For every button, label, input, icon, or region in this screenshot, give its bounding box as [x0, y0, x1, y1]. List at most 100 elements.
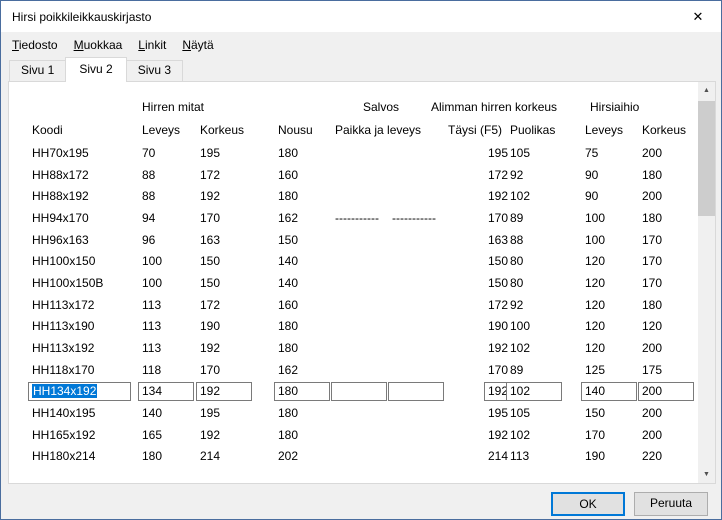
- tab-sivu-2[interactable]: Sivu 2: [65, 57, 126, 82]
- table-header-row: Koodi Leveys Korkeus Nousu Paikka ja lev…: [32, 118, 698, 142]
- cell-aihio-leveys: 190: [585, 449, 642, 463]
- cell-nousu: 140: [278, 276, 335, 290]
- cell-code: HH140x195: [32, 406, 142, 420]
- cell-aihio-leveys: 120: [585, 276, 642, 290]
- cell-code: HH165x192: [32, 428, 142, 442]
- cell-aihio-korkeus: 200: [642, 341, 694, 355]
- cell-aihio-korkeus: 180: [642, 298, 694, 312]
- close-icon: ✕: [693, 9, 704, 25]
- cell-leveys: 94: [142, 211, 200, 225]
- koodi-input[interactable]: HH134x192: [28, 382, 131, 401]
- cell-korkeus: 214: [200, 449, 278, 463]
- close-button[interactable]: ✕: [675, 1, 721, 32]
- cell-taysi: 150: [448, 254, 510, 268]
- cell-leveys: 100: [142, 254, 200, 268]
- cell-korkeus: 150: [200, 254, 278, 268]
- table-row[interactable]: HH140x195 140 195 180 195 105 150 200: [32, 402, 698, 424]
- table-row[interactable]: HH165x192 165 192 180 192 102 170 200: [32, 424, 698, 446]
- cell-puolikas: 89: [510, 211, 585, 225]
- aihio-korkeus-input[interactable]: [638, 382, 694, 401]
- table-row[interactable]: HH113x192 113 192 180 192 102 120 200: [32, 337, 698, 359]
- scroll-up-button[interactable]: ▲: [698, 82, 715, 99]
- table-row[interactable]: HH180x214 180 214 202 214 113 190 220: [32, 446, 698, 468]
- menu-label: inkit: [145, 38, 166, 52]
- leveys-input[interactable]: [138, 382, 194, 401]
- table-row[interactable]: HH113x172 113 172 160 172 92 120 180: [32, 294, 698, 316]
- table-row[interactable]: HH94x170 94 170 162 ----------- --------…: [32, 207, 698, 229]
- menu-item-tiedosto[interactable]: Tiedosto: [4, 35, 66, 55]
- cell-leveys: 113: [142, 319, 200, 333]
- cell-code: HH113x190: [32, 319, 142, 333]
- cell-taysi: 195: [448, 406, 510, 420]
- cell-code: HH100x150B: [32, 276, 142, 290]
- column-header-leveys: Leveys: [142, 123, 200, 137]
- cell-korkeus: 192: [200, 189, 278, 203]
- cell-code: HH96x163: [32, 233, 142, 247]
- paikka-input-1[interactable]: [331, 382, 387, 401]
- column-header-korkeus: Korkeus: [200, 123, 278, 137]
- cell-nousu: 180: [278, 406, 335, 420]
- cell-nousu: 202: [278, 449, 335, 463]
- korkeus-input[interactable]: [196, 382, 252, 401]
- cell-taysi: 192: [448, 341, 510, 355]
- table-row[interactable]: HH100x150B 100 150 140 150 80 120 170: [32, 272, 698, 294]
- scroll-down-button[interactable]: ▼: [698, 466, 715, 483]
- cell-puolikas: 102: [510, 428, 585, 442]
- menu-item-nayta[interactable]: Näytä: [174, 35, 221, 55]
- tab-sivu-1[interactable]: Sivu 1: [9, 60, 66, 81]
- cell-code: HH94x170: [32, 211, 142, 225]
- cell-korkeus: 170: [200, 211, 278, 225]
- table-edit-row: HH134x192: [32, 381, 698, 403]
- table-row[interactable]: HH100x150 100 150 140 150 80 120 170: [32, 250, 698, 272]
- cell-nousu: 150: [278, 233, 335, 247]
- cell-taysi: 192: [448, 428, 510, 442]
- table-row[interactable]: HH70x195 70 195 180 195 105 75 200: [32, 142, 698, 164]
- cell-puolikas: 105: [510, 406, 585, 420]
- cell-code: HH88x192: [32, 189, 142, 203]
- cell-leveys: 88: [142, 189, 200, 203]
- menu-label: äytä: [191, 38, 214, 52]
- table-row[interactable]: HH118x170 118 170 162 170 89 125 175: [32, 359, 698, 381]
- scrollbar-thumb[interactable]: [698, 101, 715, 216]
- cell-aihio-leveys: 120: [585, 341, 642, 355]
- cell-leveys: 180: [142, 449, 200, 463]
- cell-taysi: 192: [448, 189, 510, 203]
- cell-leveys: 140: [142, 406, 200, 420]
- menu-item-linkit[interactable]: Linkit: [130, 35, 174, 55]
- cell-leveys: 118: [142, 363, 200, 377]
- cell-aihio-leveys: 150: [585, 406, 642, 420]
- cell-puolikas: 92: [510, 168, 585, 182]
- column-header-koodi: Koodi: [32, 123, 142, 137]
- menu-label: iedosto: [19, 38, 58, 52]
- table-row[interactable]: HH88x172 88 172 160 172 92 90 180: [32, 164, 698, 186]
- group-header-hirsiaihio: Hirsiaihio: [585, 100, 694, 114]
- nousu-input[interactable]: [274, 382, 330, 401]
- menu-hotkey: M: [74, 38, 84, 52]
- cell-leveys: 100: [142, 276, 200, 290]
- menu-hotkey: L: [138, 38, 145, 52]
- cell-aihio-korkeus: 180: [642, 211, 694, 225]
- group-header-hirren-mitat: Hirren mitat: [142, 100, 278, 114]
- cell-nousu: 160: [278, 168, 335, 182]
- cell-leveys: 113: [142, 298, 200, 312]
- cell-puolikas: 102: [510, 189, 585, 203]
- cancel-button[interactable]: Peruuta: [634, 492, 708, 516]
- cell-puolikas: 105: [510, 146, 585, 160]
- table-row[interactable]: HH96x163 96 163 150 163 88 100 170: [32, 229, 698, 251]
- puolikas-input[interactable]: [506, 382, 562, 401]
- ok-button[interactable]: OK: [551, 492, 625, 516]
- cell-puolikas: 100: [510, 319, 585, 333]
- cell-aihio-korkeus: 200: [642, 189, 694, 203]
- cell-korkeus: 192: [200, 341, 278, 355]
- table-row[interactable]: HH113x190 113 190 180 190 100 120 120: [32, 316, 698, 338]
- aihio-leveys-input[interactable]: [581, 382, 637, 401]
- vertical-scrollbar[interactable]: ▲ ▼: [698, 82, 715, 483]
- menu-item-muokkaa[interactable]: Muokkaa: [66, 35, 131, 55]
- cell-korkeus: 190: [200, 319, 278, 333]
- paikka-input-2[interactable]: [388, 382, 444, 401]
- table-row[interactable]: HH88x192 88 192 180 192 102 90 200: [32, 185, 698, 207]
- tab-sivu-3[interactable]: Sivu 3: [126, 60, 183, 81]
- cell-korkeus: 170: [200, 363, 278, 377]
- column-header-puolikas: Puolikas: [510, 123, 585, 137]
- cell-code: HH113x192: [32, 341, 142, 355]
